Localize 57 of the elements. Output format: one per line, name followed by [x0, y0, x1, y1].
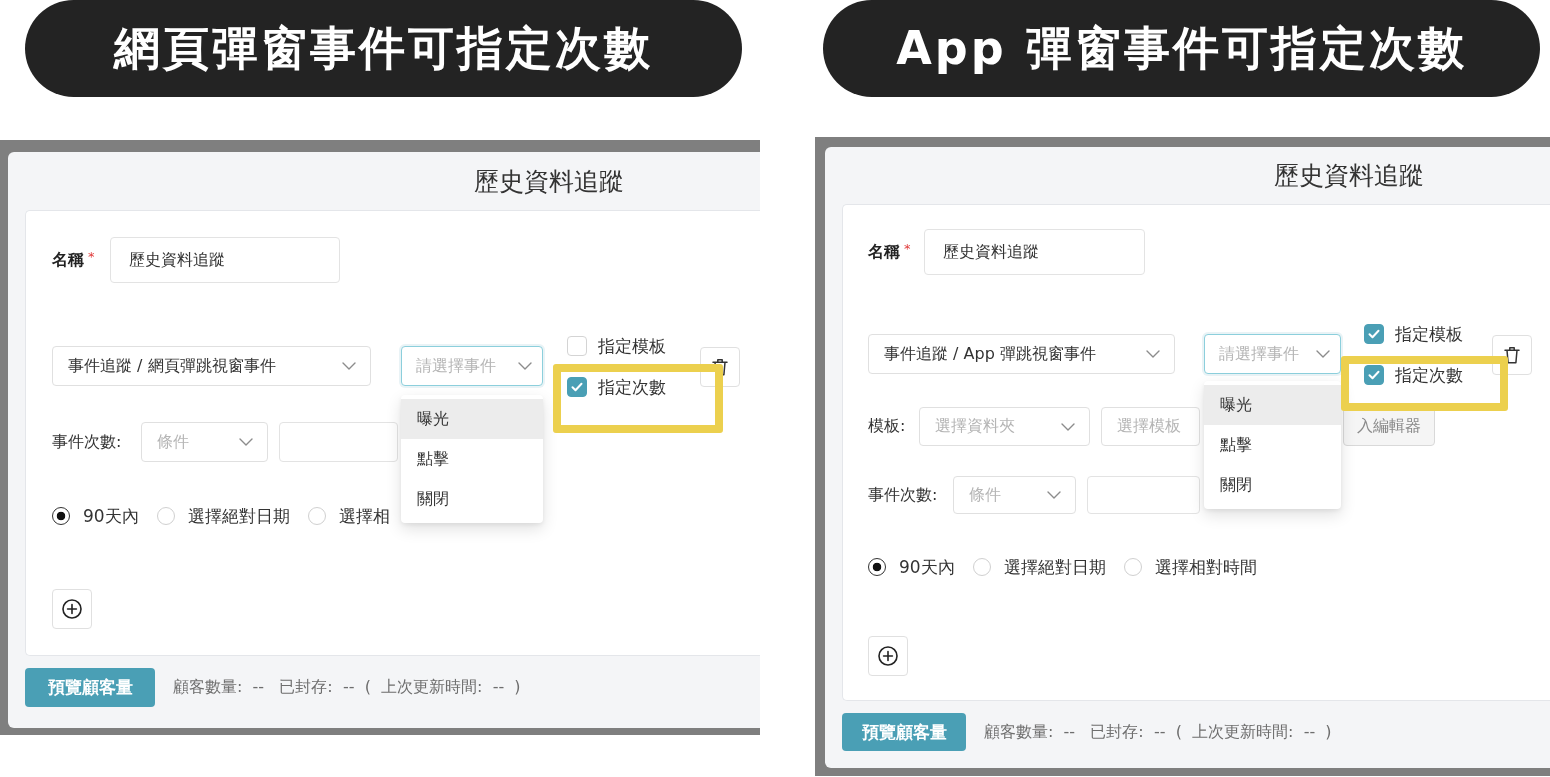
field-label: 模板: [868, 416, 906, 437]
checkmark-icon [1368, 370, 1380, 380]
name-input[interactable]: 歷史資料追蹤 [110, 237, 340, 283]
radio-button[interactable] [868, 558, 886, 576]
add-button[interactable] [868, 636, 908, 676]
add-button[interactable] [52, 589, 92, 629]
field-label: 事件次數: [52, 431, 122, 453]
dropdown-option[interactable]: 點擊 [1204, 425, 1341, 465]
event-source-select[interactable]: 事件追蹤 / App 彈跳視窗事件 [868, 334, 1175, 374]
checkbox[interactable] [1364, 365, 1384, 385]
checkmark-icon [1368, 329, 1380, 339]
field-label: 名稱 [52, 249, 84, 271]
dialog-title: 歷史資料追蹤 [1274, 160, 1424, 192]
chevron-down-icon [518, 362, 532, 370]
dialog-title: 歷史資料追蹤 [474, 165, 624, 198]
dropdown-option[interactable]: 關閉 [401, 479, 543, 519]
count-input[interactable] [279, 422, 398, 462]
checkbox[interactable] [567, 377, 587, 397]
radio-label: 90天內 [83, 504, 139, 528]
event-source-select[interactable]: 事件追蹤 / 網頁彈跳視窗事件 [52, 346, 371, 386]
radio-label: 選擇絕對日期 [1003, 555, 1106, 579]
banner-title: App 彈窗事件可指定次數 [823, 0, 1540, 97]
required-mark: * [88, 249, 95, 263]
field-label: 事件次數: [868, 484, 938, 506]
add-icon [62, 599, 82, 619]
checkbox-label: 指定次數 [1395, 365, 1463, 386]
count-input[interactable] [1087, 476, 1200, 514]
checkmark-icon [571, 382, 583, 392]
checkbox-label: 指定模板 [598, 336, 666, 357]
chevron-down-icon [342, 362, 356, 370]
radio-label: 選擇相對時間 [1154, 555, 1257, 579]
checkbox-label: 指定次數 [598, 377, 666, 398]
radio-label: 90天內 [899, 555, 955, 579]
dropdown-option[interactable]: 曝光 [401, 399, 543, 439]
trash-icon [712, 358, 728, 376]
dropdown-option[interactable]: 曝光 [1204, 385, 1341, 425]
status-text: 顧客數量: -- 已封存: -- ( 上次更新時間: -- ) [984, 721, 1332, 743]
add-icon [878, 646, 898, 666]
chevron-down-icon [1146, 350, 1160, 358]
chevron-down-icon [1316, 350, 1330, 358]
radio-label: 選擇絕對日期 [187, 504, 290, 528]
required-mark: * [904, 241, 911, 255]
checkbox-label: 指定模板 [1395, 324, 1463, 345]
checkbox[interactable] [567, 336, 587, 356]
radio-button[interactable] [52, 507, 70, 525]
chevron-down-icon [1047, 491, 1061, 499]
checkbox[interactable] [1364, 324, 1384, 344]
radio-label: 選擇相 [338, 504, 390, 528]
trash-icon [1504, 346, 1520, 364]
dropdown-option[interactable]: 點擊 [401, 439, 543, 479]
banner-title: 網頁彈窗事件可指定次數 [25, 0, 742, 97]
field-label: 名稱 [868, 241, 900, 263]
status-text: 顧客數量: -- 已封存: -- ( 上次更新時間: -- ) [173, 677, 521, 698]
chevron-down-icon [1061, 422, 1075, 431]
dropdown-option[interactable]: 關閉 [1204, 465, 1341, 505]
chevron-down-icon [239, 438, 253, 446]
name-input[interactable]: 歷史資料追蹤 [924, 229, 1145, 275]
